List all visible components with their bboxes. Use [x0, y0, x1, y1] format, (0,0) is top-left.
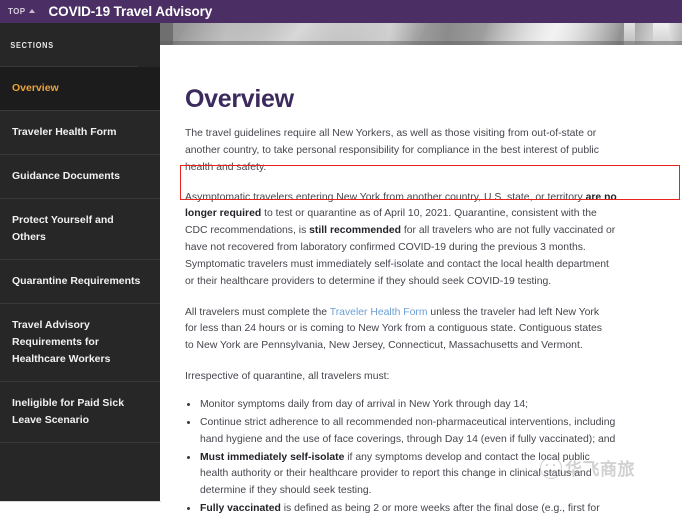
list-item-bold: Fully vaccinated [200, 503, 281, 514]
paragraph-intro: The travel guidelines require all New Yo… [185, 128, 599, 173]
page-root: TOP COVID-19 Travel Advisory SECTIONS Ov… [0, 0, 682, 514]
para-hl-part-1: Asymptomatic travelers entering New York… [185, 191, 586, 203]
sidebar-heading: SECTIONS [0, 23, 138, 67]
list-item-bold: Must immediately self-isolate [200, 451, 345, 463]
page-title: Overview [185, 85, 294, 113]
sidebar-item-label: Quarantine Requirements [12, 275, 141, 287]
para-hl-bold-2: still recommended [309, 225, 401, 237]
traveler-health-form-link[interactable]: Traveler Health Form [330, 307, 428, 318]
sidebar-item-label: Overview [12, 82, 59, 94]
list-item: Continue strict adherence to all recomme… [185, 415, 617, 449]
sidebar-item-protect-yourself-and-others[interactable]: Protect Yourself and Others [0, 199, 160, 260]
para-thf-part-1: All travelers must complete the [185, 306, 330, 318]
sidebar-item-travel-advisory-healthcare-workers[interactable]: Travel Advisory Requirements for Healthc… [0, 304, 160, 382]
sidebar-item-label: Ineligible for Paid Sick Leave Scenario [12, 397, 125, 426]
top-header-bar: TOP COVID-19 Travel Advisory [0, 0, 682, 23]
list-item: Must immediately self-isolate if any sym… [185, 450, 617, 501]
list-item-text: Monitor symptoms daily from day of arriv… [200, 398, 529, 410]
list-item: Monitor symptoms daily from day of arriv… [185, 397, 617, 414]
requirements-bullet-list: Monitor symptoms daily from day of arriv… [185, 397, 617, 514]
sidebar-item-ineligible-paid-sick-leave[interactable]: Ineligible for Paid Sick Leave Scenario [0, 382, 160, 443]
paragraph-highlighted: Asymptomatic travelers entering New York… [185, 190, 617, 291]
top-link-label: TOP [8, 7, 26, 16]
sidebar-bottom-edge [0, 501, 161, 514]
list-item: Fully vaccinated is defined as being 2 o… [185, 501, 617, 514]
paragraph-traveler-health-form: All travelers must complete the Traveler… [185, 305, 605, 356]
sidebar-item-label: Traveler Health Form [12, 126, 117, 138]
sections-sidebar: SECTIONS Overview Traveler Health Form G… [0, 23, 160, 501]
sidebar-empty-space [0, 443, 160, 501]
sidebar-item-quarantine-requirements[interactable]: Quarantine Requirements [0, 260, 160, 304]
hero-banner-image [160, 23, 682, 45]
main-content: Overview The travel guidelines require a… [160, 45, 682, 514]
sidebar-item-label: Guidance Documents [12, 170, 120, 182]
page-header-title: COVID-19 Travel Advisory [48, 4, 213, 19]
caret-up-icon [28, 9, 35, 13]
sidebar-item-overview[interactable]: Overview [0, 67, 160, 111]
sidebar-item-label: Travel Advisory Requirements for Healthc… [12, 319, 111, 365]
sidebar-item-traveler-health-form[interactable]: Traveler Health Form [0, 111, 160, 155]
list-item-text: Continue strict adherence to all recomme… [200, 416, 616, 445]
sidebar-item-guidance-documents[interactable]: Guidance Documents [0, 155, 160, 199]
scroll-to-top-link[interactable]: TOP [8, 7, 35, 16]
sidebar-item-label: Protect Yourself and Others [12, 214, 114, 243]
paragraph-irrespective-lead-in: Irrespective of quarantine, all traveler… [185, 371, 390, 383]
